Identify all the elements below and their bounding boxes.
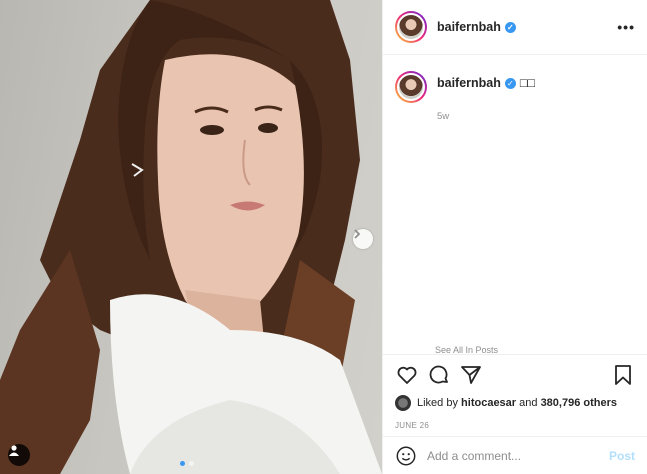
post-header: baifernbah ✓ ••• xyxy=(383,0,647,55)
post-sidebar: baifernbah ✓ ••• baifernbah ✓ □□ 5w See All… xyxy=(382,0,647,474)
avatar[interactable] xyxy=(395,11,427,43)
portrait-image xyxy=(0,0,382,474)
liker-avatar[interactable] xyxy=(395,395,411,411)
comment-input[interactable] xyxy=(427,448,609,463)
caption-username[interactable]: baifernbah xyxy=(437,76,501,90)
liked-by-user[interactable]: hitocaesar xyxy=(461,397,516,409)
caption-avatar[interactable] xyxy=(395,71,427,103)
post-comment-button[interactable]: Post xyxy=(609,449,635,463)
more-options-icon[interactable]: ••• xyxy=(617,19,635,35)
verified-icon: ✓ xyxy=(504,22,516,34)
share-paper-plane-icon[interactable] xyxy=(459,363,483,387)
caption-row: baifernbah ✓ □□ xyxy=(395,71,635,103)
post-date[interactable]: JUNE 26 xyxy=(395,421,635,430)
caption-text: baifernbah ✓ □□ xyxy=(437,71,535,91)
emoji-icon[interactable] xyxy=(395,445,417,467)
likes-connector: and xyxy=(519,397,538,409)
save-bookmark-icon[interactable] xyxy=(611,363,635,387)
caption-body: □□ xyxy=(519,76,536,90)
carousel-next-button[interactable] xyxy=(353,229,373,249)
carousel-indicator xyxy=(180,461,194,466)
faded-comment-text: See All In Posts xyxy=(435,345,499,353)
post-actions: Liked by hitocaesar and 380,796 others J… xyxy=(383,354,647,434)
caption-area: baifernbah ✓ □□ 5w See All In Posts xyxy=(383,55,647,353)
like-heart-icon[interactable] xyxy=(395,363,419,387)
post-photo[interactable] xyxy=(0,0,382,474)
likes-summary: Liked by hitocaesar and 380,796 others xyxy=(395,395,635,411)
time-ago[interactable]: 5w xyxy=(437,111,635,122)
verified-icon: ✓ xyxy=(504,78,516,90)
likes-prefix: Liked by xyxy=(417,397,458,409)
likes-count[interactable]: 380,796 others xyxy=(541,397,617,409)
tagged-user-button[interactable] xyxy=(8,444,30,466)
comment-bubble-icon[interactable] xyxy=(427,363,451,387)
carousel-dot xyxy=(189,461,194,466)
comment-bar: Post xyxy=(383,436,647,474)
carousel-dot-active xyxy=(180,461,185,466)
action-icons xyxy=(395,355,635,395)
header-username[interactable]: baifernbah ✓ xyxy=(437,20,516,34)
